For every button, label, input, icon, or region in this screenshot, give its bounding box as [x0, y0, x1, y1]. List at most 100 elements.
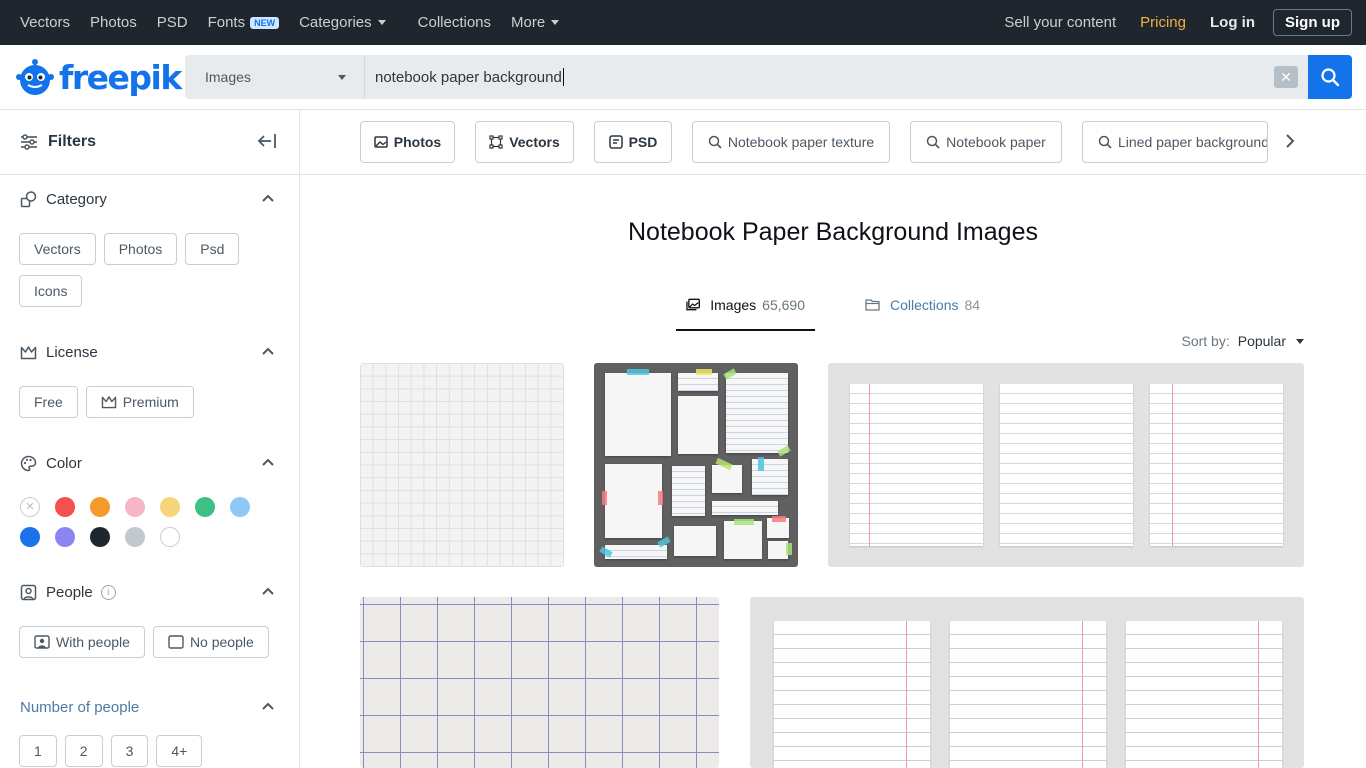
result-image-paper-notes-collage[interactable] — [594, 363, 798, 567]
nav-more-label: More — [511, 14, 546, 31]
with-people-label: With people — [56, 634, 130, 650]
clear-search-button[interactable]: ✕ — [1274, 66, 1298, 88]
chevron-up-icon — [262, 458, 274, 466]
tag-psd[interactable]: PSD — [594, 121, 672, 163]
nav-collections[interactable]: Collections — [418, 14, 491, 31]
color-swatch[interactable] — [20, 527, 40, 547]
search-type-select[interactable]: Images — [185, 55, 365, 99]
color-swatch[interactable] — [160, 497, 180, 517]
color-swatch[interactable] — [90, 497, 110, 517]
psd-file-icon — [608, 135, 623, 149]
category-vectors-chip[interactable]: Vectors — [19, 233, 96, 265]
result-tabs: Images 65,690 Collections 84 — [676, 297, 990, 331]
page-title: Notebook Paper Background Images — [628, 218, 1038, 246]
people-count-3-chip[interactable]: 3 — [110, 735, 149, 767]
tag-notebook-paper-texture[interactable]: Notebook paper texture — [692, 121, 890, 163]
no-color-swatch[interactable]: ✕ — [20, 497, 40, 517]
license-premium-label: Premium — [122, 394, 179, 410]
login-link[interactable]: Log in — [1210, 14, 1255, 31]
nav-categories[interactable]: Categories — [299, 14, 386, 31]
nav-more[interactable]: More — [511, 14, 560, 31]
color-swatch[interactable] — [125, 527, 145, 547]
person-icon — [34, 635, 50, 649]
tag-photos-label: Photos — [393, 134, 442, 150]
tab-images[interactable]: Images 65,690 — [676, 297, 815, 331]
lined-sheet — [1000, 384, 1133, 546]
pricing-link[interactable]: Pricing — [1140, 14, 1186, 31]
nav-fonts[interactable]: Fonts NEW — [208, 14, 280, 31]
tag-lined-paper-background[interactable]: Lined paper background — [1082, 121, 1268, 163]
images-icon — [686, 298, 700, 311]
related-tags-bar: Photos Vectors PSD Notebook paper textur… — [300, 110, 1366, 175]
tape-strip — [696, 369, 712, 375]
result-image-blue-grid-paper[interactable] — [360, 597, 719, 768]
color-swatch[interactable] — [125, 497, 145, 517]
search-type-value: Images — [205, 69, 251, 85]
nav-photos[interactable]: Photos — [90, 14, 137, 31]
margin-line — [906, 621, 907, 768]
person-frame-icon — [20, 584, 37, 600]
search-query-text: notebook paper background — [375, 68, 562, 86]
color-section: Color ✕ — [0, 448, 300, 547]
search-icon — [926, 135, 940, 149]
tag-photos[interactable]: Photos — [360, 121, 455, 163]
tag-notebook-paper-texture-label: Notebook paper texture — [727, 134, 875, 150]
license-header[interactable]: License — [0, 337, 300, 367]
filters-title: Filters — [48, 133, 97, 150]
color-swatch[interactable] — [55, 527, 75, 547]
category-icons-chip[interactable]: Icons — [19, 275, 83, 307]
color-swatches: ✕ — [0, 497, 300, 547]
signup-button[interactable]: Sign up — [1273, 9, 1352, 36]
vector-nodes-icon — [489, 135, 503, 149]
result-image-graph-paper[interactable] — [360, 363, 564, 567]
color-swatch[interactable] — [195, 497, 215, 517]
color-swatch[interactable] — [160, 527, 180, 547]
license-premium-chip[interactable]: Premium — [85, 386, 194, 418]
lined-sheet — [950, 621, 1106, 768]
result-image-lined-sheets[interactable] — [828, 363, 1304, 567]
search-icon — [1321, 68, 1340, 87]
color-swatch[interactable] — [55, 497, 75, 517]
nav-vectors[interactable]: Vectors — [20, 14, 70, 31]
chevron-up-icon — [262, 702, 274, 710]
search-button[interactable] — [1308, 55, 1352, 99]
search-header: freepik Images notebook paper background… — [0, 45, 1366, 110]
people-header[interactable]: People i — [0, 577, 300, 607]
people-count-1-chip[interactable]: 1 — [19, 735, 57, 767]
tag-vectors[interactable]: Vectors — [475, 121, 574, 163]
with-people-chip[interactable]: With people — [19, 626, 145, 658]
tag-notebook-paper-label: Notebook paper — [946, 134, 1046, 150]
sort-control[interactable]: Sort by: Popular — [1181, 333, 1304, 349]
color-swatch[interactable] — [230, 497, 250, 517]
nav-psd[interactable]: PSD — [157, 14, 188, 31]
collapse-sidebar-icon[interactable] — [257, 132, 277, 150]
category-psd-chip[interactable]: Psd — [185, 233, 240, 265]
info-icon[interactable]: i — [100, 584, 116, 600]
palette-icon — [20, 455, 37, 471]
tab-collections[interactable]: Collections 84 — [855, 297, 990, 331]
category-header[interactable]: Category — [0, 184, 300, 214]
search-bar: Images notebook paper background ✕ — [185, 55, 1308, 99]
license-free-chip[interactable]: Free — [19, 386, 78, 418]
sell-content-link[interactable]: Sell your content — [1004, 14, 1116, 31]
paper-note — [712, 501, 778, 515]
paper-note — [672, 466, 705, 516]
category-photos-chip[interactable]: Photos — [103, 233, 178, 265]
number-of-people-header[interactable]: Number of people — [0, 692, 300, 722]
color-header[interactable]: Color — [0, 448, 300, 478]
color-swatch[interactable] — [90, 527, 110, 547]
chevron-down-icon — [377, 20, 386, 25]
people-count-2-chip[interactable]: 2 — [64, 735, 103, 767]
search-input[interactable]: notebook paper background — [375, 55, 564, 99]
crown-icon — [20, 345, 37, 359]
result-image-lined-sheets-2[interactable] — [750, 597, 1304, 768]
empty-frame-icon — [168, 635, 184, 649]
tag-vectors-label: Vectors — [509, 134, 560, 150]
number-of-people-label: Number of people — [20, 698, 140, 716]
freepik-logo[interactable]: freepik — [15, 55, 182, 99]
people-count-4plus-chip[interactable]: 4+ — [156, 735, 203, 767]
category-label: Category — [46, 190, 107, 208]
tag-notebook-paper[interactable]: Notebook paper — [910, 121, 1062, 163]
no-people-chip[interactable]: No people — [152, 626, 269, 658]
chevron-right-icon[interactable] — [1284, 132, 1296, 150]
